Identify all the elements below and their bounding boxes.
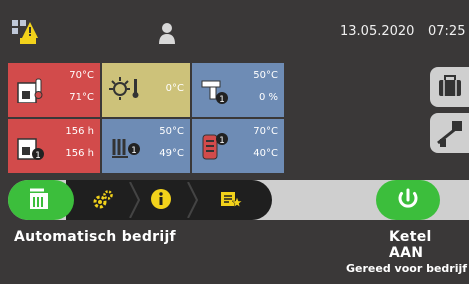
settings-gears-icon[interactable] bbox=[92, 189, 114, 211]
service-toolbox-button[interactable] bbox=[430, 67, 469, 107]
toolbox-icon bbox=[439, 75, 461, 96]
notes-star-icon[interactable] bbox=[220, 191, 242, 209]
dhw-temp: 50°C bbox=[253, 70, 278, 81]
tile-buffer-tank[interactable]: 1 70°C 40°C bbox=[192, 119, 284, 173]
tap-water-icon: 1 bbox=[201, 80, 228, 105]
tile-boiler-temperature[interactable]: 70°C 71°C bbox=[8, 63, 100, 117]
automatic-mode-button[interactable] bbox=[8, 180, 74, 220]
hours-first: 156 h bbox=[65, 126, 94, 137]
outdoor-temp-value: 0°C bbox=[165, 83, 184, 94]
hours-second: 156 h bbox=[65, 148, 94, 159]
boiler-power-button[interactable] bbox=[376, 180, 440, 220]
ready-message: Gereed voor bedrijf bbox=[346, 262, 468, 275]
boiler-state-label: Ketel AAN bbox=[389, 229, 432, 261]
buffer-top-temp: 70°C bbox=[253, 126, 278, 137]
svg-text:1: 1 bbox=[131, 146, 137, 156]
tile-floor-heating[interactable]: 1 50°C 49°C bbox=[102, 119, 190, 173]
svg-text:1: 1 bbox=[219, 95, 225, 105]
info-icon[interactable] bbox=[150, 188, 172, 210]
power-icon bbox=[398, 188, 418, 208]
floor-target-temp: 49°C bbox=[159, 148, 184, 159]
dhw-percent: 0 % bbox=[258, 92, 278, 103]
automatic-mode-icon bbox=[30, 188, 48, 209]
system-status-icon[interactable] bbox=[12, 20, 38, 44]
tile-outdoor-temperature[interactable]: 0°C bbox=[102, 63, 190, 117]
boiler-thermometer-icon bbox=[17, 78, 43, 103]
operating-mode-label: Automatisch bedrijf bbox=[14, 229, 176, 245]
boiler-hours-icon: 1 bbox=[17, 138, 44, 161]
svg-text:1: 1 bbox=[219, 136, 225, 146]
boiler-target-temp: 71°C bbox=[69, 92, 94, 103]
date-display: 13.05.2020 bbox=[340, 24, 415, 39]
buffer-tank-icon: 1 bbox=[202, 133, 228, 160]
user-icon[interactable] bbox=[158, 22, 176, 44]
chimney-sweep-icon bbox=[437, 121, 462, 147]
floor-heating-icon: 1 bbox=[112, 139, 140, 158]
boiler-actual-temp: 70°C bbox=[69, 70, 94, 81]
buffer-bottom-temp: 40°C bbox=[253, 148, 278, 159]
svg-text:1: 1 bbox=[35, 151, 41, 161]
outdoor-sun-icon bbox=[109, 77, 139, 100]
floor-actual-temp: 50°C bbox=[159, 126, 184, 137]
nav-separator bbox=[129, 182, 140, 218]
time-display: 07:25 bbox=[428, 24, 466, 39]
tile-burner-hours[interactable]: 1 156 h 156 h bbox=[8, 119, 100, 173]
nav-separator bbox=[187, 182, 198, 218]
tile-hot-water[interactable]: 1 50°C 0 % bbox=[192, 63, 284, 117]
chimney-sweep-button[interactable] bbox=[430, 113, 469, 153]
